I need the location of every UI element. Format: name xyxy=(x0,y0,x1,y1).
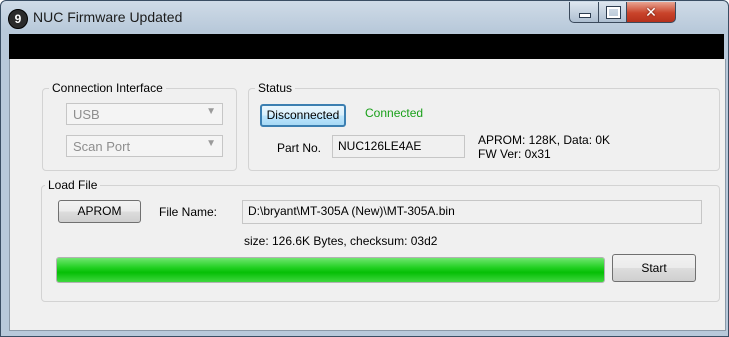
main-window: 9 NUC Firmware Updated ✕ Connection Inte… xyxy=(0,0,729,337)
part-no-label: Part No. xyxy=(277,141,322,155)
start-button[interactable]: Start xyxy=(612,254,696,282)
menu-bar xyxy=(9,34,724,59)
file-size-checksum: size: 126.6K Bytes, checksum: 03d2 xyxy=(244,234,438,248)
chevron-down-icon: ▼ xyxy=(206,106,216,117)
fw-version: FW Ver: 0x31 xyxy=(478,147,551,161)
disconnect-button[interactable]: Disconnected xyxy=(260,104,346,127)
title-bar[interactable]: 9 NUC Firmware Updated ✕ xyxy=(1,1,728,35)
status-legend: Status xyxy=(255,81,296,95)
minimize-button[interactable] xyxy=(569,2,599,23)
close-icon: ✕ xyxy=(645,4,657,20)
close-button[interactable]: ✕ xyxy=(626,2,676,23)
part-no-field: NUC126LE4AE xyxy=(332,135,465,158)
aprom-info: APROM: 128K, Data: 0K xyxy=(478,133,611,147)
app-icon: 9 xyxy=(8,9,28,29)
progress-bar xyxy=(56,257,605,283)
minimize-icon xyxy=(579,13,591,18)
connection-interface-legend: Connection Interface xyxy=(49,81,166,95)
scan-port-value: Scan Port xyxy=(73,139,131,154)
maximize-button[interactable] xyxy=(598,2,627,23)
connection-interface-group: Connection Interface USB ▼ Scan Port ▼ xyxy=(42,81,237,171)
file-name-label: File Name: xyxy=(159,205,218,219)
file-path-field[interactable]: D:\bryant\MT-305A (New)\MT-305A.bin xyxy=(242,200,702,224)
interface-value: USB xyxy=(73,107,100,122)
scan-port-dropdown[interactable]: Scan Port ▼ xyxy=(66,135,223,157)
progress-bar-fill xyxy=(57,258,604,282)
connection-status-text: Connected xyxy=(365,106,424,120)
client-area: Connection Interface USB ▼ Scan Port ▼ S… xyxy=(9,59,726,331)
maximize-icon xyxy=(606,6,621,19)
load-file-legend: Load File xyxy=(45,178,101,192)
load-file-group: Load File APROM File Name: D:\bryant\MT-… xyxy=(41,178,720,302)
chevron-down-icon: ▼ xyxy=(206,138,216,149)
aprom-button[interactable]: APROM xyxy=(58,200,141,223)
interface-dropdown[interactable]: USB ▼ xyxy=(66,103,223,125)
status-group: Status Disconnected Connected Part No. N… xyxy=(248,81,720,171)
window-title: NUC Firmware Updated xyxy=(33,9,183,25)
